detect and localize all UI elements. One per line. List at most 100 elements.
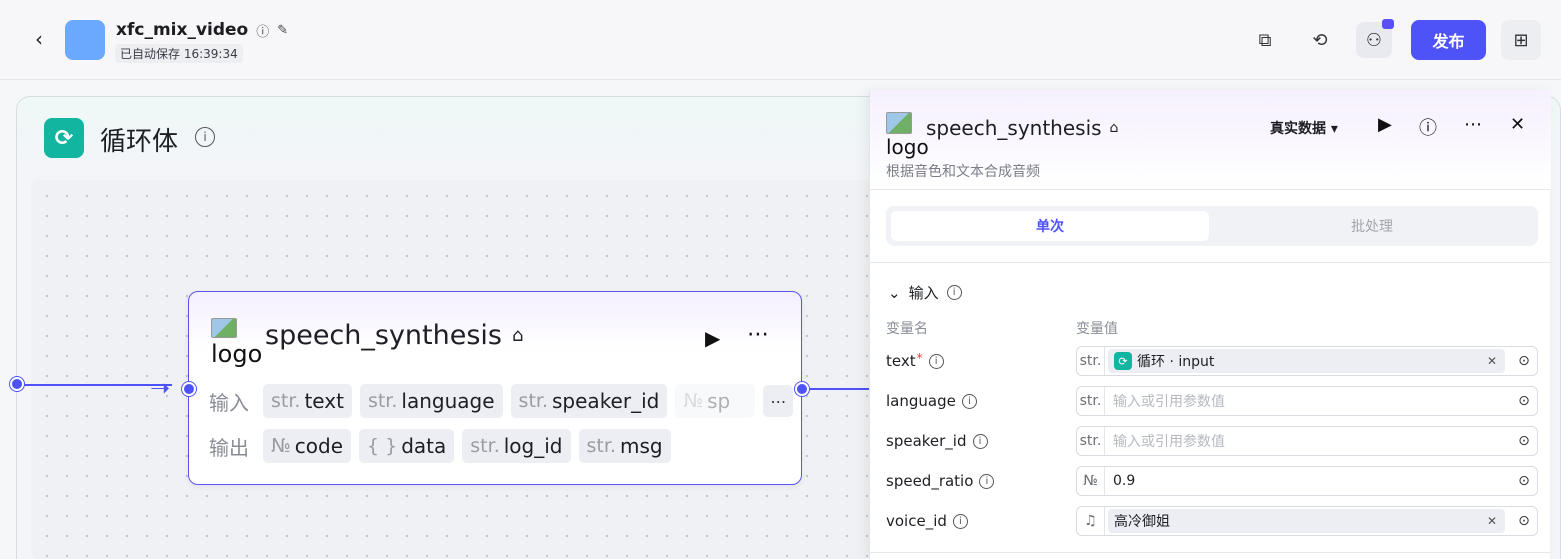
help-icon[interactable]: ⓘ <box>1419 114 1437 140</box>
field-row-text: text * i str. ⟳ 循环 · input ✕ ⊙ <box>870 346 1551 376</box>
voice-chip: 高冷御姐 ✕ <box>1108 509 1505 533</box>
info-icon[interactable]: i <box>195 127 215 147</box>
data-mode-select[interactable]: 真实数据 ▾ <box>1270 118 1338 138</box>
loop-icon: ⟳ <box>44 118 84 158</box>
run-icon[interactable]: ▶ <box>1378 114 1392 135</box>
edge-out <box>810 388 870 390</box>
more-icon[interactable]: ⋯ <box>1464 114 1482 135</box>
app-title: xfc_mix_video ⓘ ✎ <box>116 20 288 40</box>
app-logo <box>65 20 105 60</box>
edit-icon[interactable]: ✎ <box>277 23 288 38</box>
input-section-header[interactable]: ⌄ 输入 i <box>888 282 962 303</box>
divider <box>870 262 1551 263</box>
panel-title-text: speech_synthesis <box>926 116 1102 140</box>
field-row-voice-id: voice_id i ♫ 高冷御姐 ✕ ⊙ <box>870 506 1551 536</box>
output-chip: № code <box>263 429 351 463</box>
inputs-label: 输入 <box>209 390 249 415</box>
info-icon[interactable]: i <box>972 433 988 449</box>
users-icon: ⚇ <box>1365 29 1383 51</box>
arrow-icon: ➝ <box>150 374 171 402</box>
reference-picker-icon[interactable]: ⊙ <box>1511 387 1537 415</box>
input-chip: str. text <box>263 384 352 418</box>
app-title-text: xfc_mix_video <box>116 20 249 40</box>
outputs-label: 输出 <box>209 435 249 460</box>
store-icon: ⌂ <box>1109 120 1119 136</box>
input-chip: № sp <box>675 384 756 418</box>
panel-header: logo speech_synthesis ⌂ 根据音色和文本合成音频 真实数据… <box>870 90 1551 190</box>
output-chip: str. log_id <box>462 429 571 463</box>
panel-title: speech_synthesis ⌂ <box>926 116 1118 140</box>
reference-picker-icon[interactable]: ⊙ <box>1511 507 1537 535</box>
tab-batch[interactable]: 批处理 <box>1213 211 1531 241</box>
tab-single[interactable]: 单次 <box>891 211 1209 241</box>
users-button[interactable]: ⚇ <box>1356 19 1394 58</box>
top-bar: ‹ xfc_mix_video ⓘ ✎ 已自动保存 16:39:34 ⧉ ⟲ ⚇… <box>0 0 1561 80</box>
output-chip: str. msg <box>578 429 671 463</box>
placeholder-text: 输入或引用参数值 <box>1113 394 1225 410</box>
divider <box>870 552 1551 553</box>
field-label: text * i <box>886 351 944 370</box>
info-icon[interactable]: i <box>961 393 977 409</box>
copy-icon[interactable]: ⧉ <box>1247 22 1283 58</box>
chevron-down-icon: ⌄ <box>888 283 901 302</box>
field-value: 0.9 <box>1113 473 1136 489</box>
run-mode-tabs: 单次 批处理 <box>886 206 1538 246</box>
more-inputs-button[interactable]: ⋯ <box>763 385 794 417</box>
panel-description: 根据音色和文本合成音频 <box>886 164 1040 180</box>
port-loop-start[interactable] <box>10 377 24 391</box>
node-logo-alt: logo <box>211 340 263 368</box>
panel-logo: logo <box>886 112 929 159</box>
node-outputs-row: 输出 № code { } data str. log_id str. msg <box>209 429 671 463</box>
field-label: speaker_id i <box>886 432 988 450</box>
node-output-port[interactable] <box>795 382 809 396</box>
info-icon[interactable]: ⓘ <box>256 21 269 40</box>
panel-logo-alt: logo <box>886 135 929 159</box>
node-title-text: speech_synthesis <box>265 320 502 351</box>
broken-image-icon <box>211 318 237 338</box>
run-icon[interactable]: ▶ <box>705 326 720 350</box>
reference-picker-icon[interactable]: ⊙ <box>1511 427 1537 455</box>
add-page-icon[interactable]: ⊞ <box>1501 20 1541 60</box>
info-icon[interactable]: i <box>928 353 944 369</box>
reference-picker-icon[interactable]: ⊙ <box>1511 467 1537 495</box>
caret-down-icon: ▾ <box>1330 121 1338 137</box>
store-icon: ⌂ <box>512 325 524 346</box>
notification-badge <box>1382 19 1394 29</box>
info-icon[interactable]: i <box>946 285 962 300</box>
field-speaker-id-input[interactable]: str. 输入或引用参数值 ⊙ <box>1076 426 1538 456</box>
field-label: speed_ratio i <box>886 472 995 490</box>
publish-button[interactable]: 发布 <box>1411 20 1486 60</box>
field-text-input[interactable]: str. ⟳ 循环 · input ✕ ⊙ <box>1076 346 1538 376</box>
close-icon[interactable]: ✕ <box>1510 114 1525 135</box>
input-chip: str. language <box>359 384 503 418</box>
col-header-value: 变量值 <box>1076 321 1118 337</box>
audio-icon: ♫ <box>1077 507 1105 535</box>
node-inputs-row: 输入 str. text str. language str. speaker_id … <box>209 384 794 418</box>
col-header-name: 变量名 <box>886 321 928 337</box>
info-icon[interactable]: i <box>979 473 995 489</box>
field-label: language i <box>886 392 977 410</box>
type-label: str. <box>1077 347 1105 375</box>
field-speed-ratio-input[interactable]: № 0.9 ⊙ <box>1076 466 1538 496</box>
clear-icon[interactable]: ✕ <box>1487 354 1497 368</box>
field-language-input[interactable]: str. 输入或引用参数值 ⊙ <box>1076 386 1538 416</box>
clear-icon[interactable]: ✕ <box>1487 514 1497 528</box>
autosave-status: 已自动保存 16:39:34 <box>115 44 243 63</box>
more-icon[interactable]: ⋯ <box>747 322 771 347</box>
reference-chip: ⟳ 循环 · input ✕ <box>1108 349 1505 373</box>
speech-synthesis-node[interactable]: logo speech_synthesis ⌂ ▶ ⋯ 输入 str. text … <box>188 291 802 485</box>
field-voice-id-input[interactable]: ♫ 高冷御姐 ✕ ⊙ <box>1076 506 1538 536</box>
info-icon[interactable]: i <box>952 513 968 529</box>
field-row-speed-ratio: speed_ratio i № 0.9 ⊙ <box>870 466 1551 496</box>
node-input-port[interactable] <box>182 382 196 396</box>
node-logo: logo <box>211 318 262 368</box>
back-icon[interactable]: ‹ <box>28 27 50 51</box>
placeholder-text: 输入或引用参数值 <box>1113 434 1225 450</box>
reference-picker-icon[interactable]: ⊙ <box>1511 347 1537 375</box>
type-label: str. <box>1077 387 1105 415</box>
history-icon[interactable]: ⟲ <box>1302 22 1338 58</box>
type-label: str. <box>1077 427 1105 455</box>
section-title: 输入 <box>908 284 939 302</box>
field-row-speaker-id: speaker_id i str. 输入或引用参数值 ⊙ <box>870 426 1551 456</box>
node-title: speech_synthesis ⌂ <box>265 320 523 351</box>
